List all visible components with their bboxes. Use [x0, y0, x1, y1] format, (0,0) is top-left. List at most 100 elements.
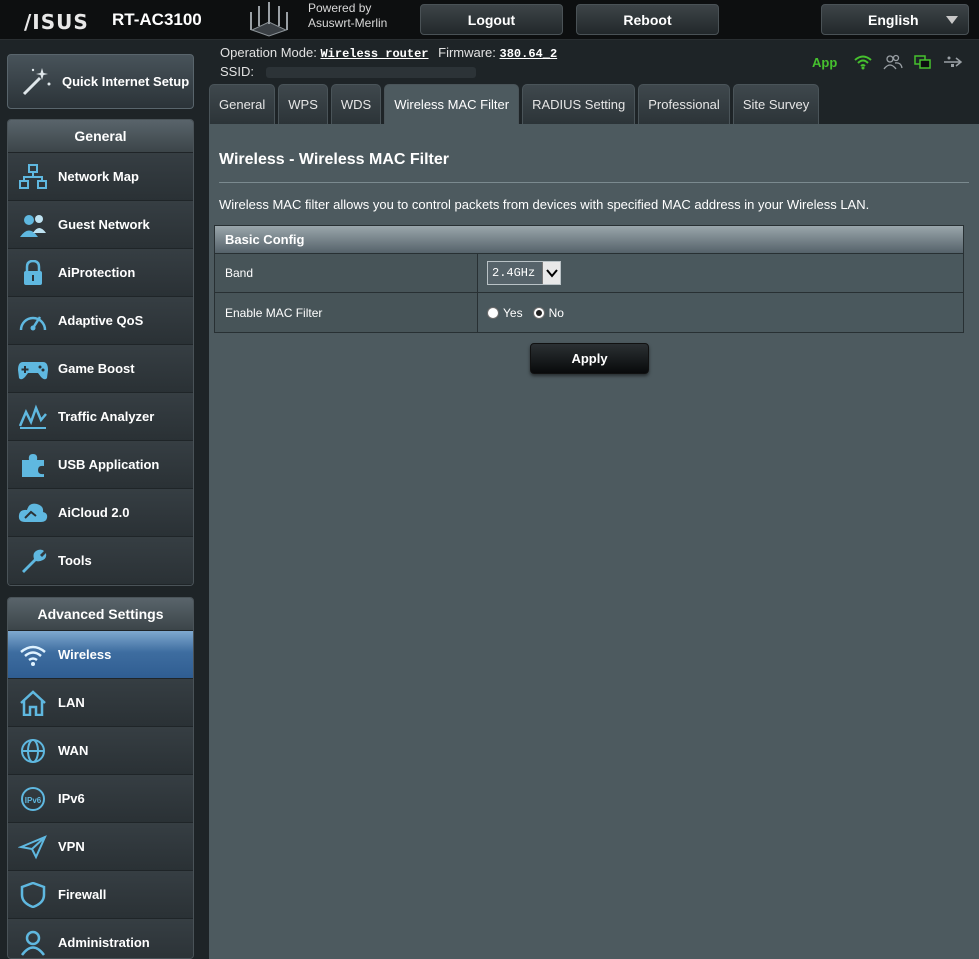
sidebar-item-wan[interactable]: WAN — [8, 727, 193, 775]
sidebar-item-label: Wireless — [58, 647, 112, 662]
operation-mode-label: Operation Mode: — [220, 45, 317, 60]
sidebar-item-wireless[interactable]: Wireless — [8, 631, 193, 679]
band-select[interactable]: 2.4GHz — [487, 261, 561, 285]
sidebar-item-adaptive-qos[interactable]: Adaptive QoS — [8, 297, 193, 345]
network-map-icon — [8, 163, 58, 190]
sidebar-item-label: AiProtection — [58, 265, 136, 280]
sidebar-item-label: VPN — [58, 839, 85, 854]
quick-internet-setup-label: Quick Internet Setup — [62, 74, 190, 89]
language-select[interactable]: English — [821, 4, 969, 35]
sidebar-item-label: LAN — [58, 695, 85, 710]
router-image-icon — [250, 2, 288, 37]
apply-button[interactable]: Apply — [530, 343, 649, 374]
chevron-down-icon — [542, 262, 560, 284]
tab-general[interactable]: General — [209, 84, 276, 124]
sidebar-item-label: USB Application — [58, 457, 160, 472]
band-label: Band — [215, 254, 478, 292]
globe-icon — [8, 738, 58, 764]
sidebar-item-label: AiCloud 2.0 — [58, 505, 130, 520]
sidebar-item-label: Firewall — [58, 887, 107, 902]
sidebar-item-ipv6[interactable]: IPv6 IPv6 — [8, 775, 193, 823]
status-line: Operation Mode: Wireless router Firmware… — [220, 44, 557, 81]
ssid-label: SSID: — [220, 64, 254, 79]
tab-radius-setting[interactable]: RADIUS Setting — [522, 84, 636, 124]
language-label: English — [868, 11, 919, 28]
powered-by-line2: Asuswrt-Merlin — [308, 16, 388, 30]
powered-by-text: Powered by Asuswrt-Merlin — [308, 1, 387, 31]
tab-wps[interactable]: WPS — [278, 84, 328, 124]
tab-site-survey[interactable]: Site Survey — [732, 84, 820, 124]
wifi-icon — [8, 643, 58, 667]
shield-icon — [8, 881, 58, 908]
powered-by-line1: Powered by — [308, 1, 372, 15]
sidebar-item-administration[interactable]: Administration — [8, 919, 193, 958]
advanced-menu-header: Advanced Settings — [8, 598, 193, 631]
puzzle-icon — [8, 452, 58, 478]
mac-filter-no-label: No — [548, 305, 564, 320]
sidebar-item-label: Tools — [58, 553, 92, 568]
mac-filter-no-radio[interactable] — [532, 306, 545, 319]
chevron-down-icon — [946, 16, 958, 24]
reboot-button[interactable]: Reboot — [576, 4, 719, 35]
svg-text:IPv6: IPv6 — [25, 796, 42, 805]
magic-wand-icon — [22, 67, 51, 95]
title-divider — [219, 182, 969, 183]
top-header: /ISUS RT-AC3100 Powered by Asuswrt-Merli… — [0, 0, 979, 40]
sidebar-item-tools[interactable]: Tools — [8, 537, 193, 585]
sidebar-item-label: IPv6 — [58, 791, 85, 806]
usb-status-icon[interactable] — [943, 54, 963, 70]
sidebar-item-label: WAN — [58, 743, 89, 758]
internet-status-icon[interactable] — [913, 54, 933, 70]
main-panel: Wireless - Wireless MAC Filter Wireless … — [209, 124, 979, 959]
quick-internet-setup-button[interactable]: Quick Internet Setup — [7, 54, 194, 109]
mac-filter-row: Enable MAC Filter Yes No — [215, 293, 963, 332]
ssid-value-redacted — [265, 67, 476, 79]
sidebar-item-label: Administration — [58, 935, 150, 950]
mac-filter-yes-radio[interactable] — [487, 306, 499, 319]
status-icons: App — [812, 54, 963, 70]
sidebar-item-traffic-analyzer[interactable]: Traffic Analyzer — [8, 393, 193, 441]
general-menu: General Network Map Guest Network AiProtec… — [7, 119, 194, 586]
logout-button[interactable]: Logout — [420, 4, 563, 35]
sidebar-item-aiprotection[interactable]: AiProtection — [8, 249, 193, 297]
band-select-value: 2.4GHz — [492, 266, 536, 280]
sidebar-item-label: Network Map — [58, 169, 139, 184]
mac-filter-radio-group: Yes No — [487, 306, 570, 320]
traffic-graph-icon — [8, 404, 58, 430]
router-model: RT-AC3100 — [112, 10, 202, 29]
cloud-icon — [8, 500, 58, 526]
operation-mode-link[interactable]: Wireless router — [320, 47, 428, 61]
band-value-cell: 2.4GHz — [478, 254, 963, 292]
tab-professional[interactable]: Professional — [638, 84, 730, 124]
tab-wds[interactable]: WDS — [330, 84, 382, 124]
home-icon — [8, 689, 58, 716]
sidebar-item-game-boost[interactable]: Game Boost — [8, 345, 193, 393]
band-row: Band 2.4GHz — [215, 254, 963, 293]
sidebar-item-label: Adaptive QoS — [58, 313, 144, 328]
gauge-icon — [8, 308, 58, 334]
sidebar-item-vpn[interactable]: VPN — [8, 823, 193, 871]
wifi-status-icon[interactable] — [853, 54, 873, 70]
tab-wireless-mac-filter[interactable]: Wireless MAC Filter — [384, 84, 520, 124]
ipv6-icon: IPv6 — [8, 786, 58, 812]
firmware-link[interactable]: 380.64_2 — [500, 47, 558, 61]
sidebar-item-usb-application[interactable]: USB Application — [8, 441, 193, 489]
clients-status-icon[interactable] — [883, 54, 903, 70]
sidebar-item-aicloud-2-0[interactable]: AiCloud 2.0 — [8, 489, 193, 537]
mac-filter-label: Enable MAC Filter — [215, 293, 478, 332]
guest-network-icon — [8, 212, 58, 238]
asus-logo: /ISUS — [24, 10, 89, 34]
page-description: Wireless MAC filter allows you to contro… — [219, 197, 870, 212]
firmware-label: Firmware: — [438, 45, 496, 60]
sidebar-item-firewall[interactable]: Firewall — [8, 871, 193, 919]
sidebar-item-guest-network[interactable]: Guest Network — [8, 201, 193, 249]
tab-bar: General WPS WDS Wireless MAC Filter RADIUS S… — [209, 84, 820, 124]
general-menu-header: General — [8, 120, 193, 153]
sidebar-item-network-map[interactable]: Network Map — [8, 153, 193, 201]
page-title: Wireless - Wireless MAC Filter — [219, 151, 450, 168]
mac-filter-value-cell: Yes No — [478, 293, 963, 332]
app-link[interactable]: App — [812, 55, 837, 70]
sidebar-item-label: Guest Network — [58, 217, 150, 232]
sidebar-item-label: Game Boost — [58, 361, 135, 376]
sidebar-item-lan[interactable]: LAN — [8, 679, 193, 727]
